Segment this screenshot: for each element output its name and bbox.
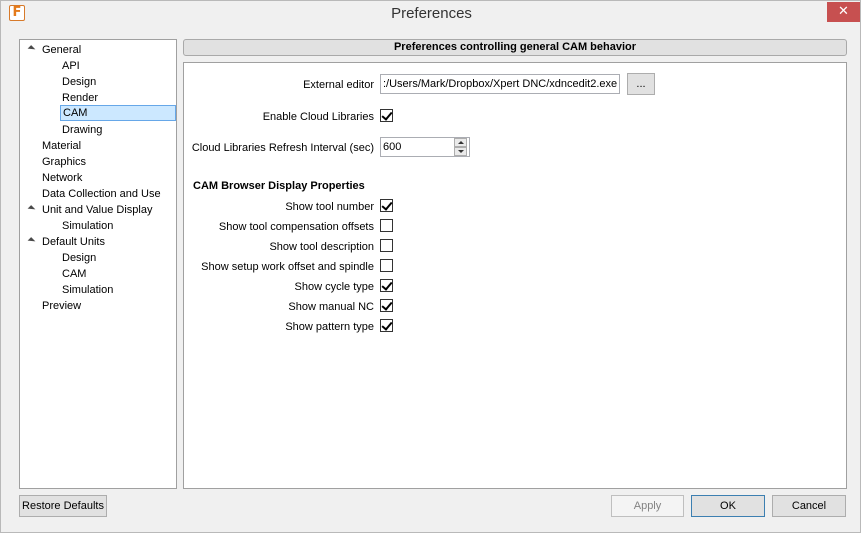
browse-button[interactable]: ... — [627, 73, 655, 95]
external-editor-input[interactable]: :/Users/Mark/Dropbox/Xpert DNC/xdncedit2… — [380, 74, 620, 94]
apply-button[interactable]: Apply — [611, 495, 684, 517]
option-label: Show tool number — [285, 201, 374, 213]
show-pattern-type-checkbox[interactable] — [380, 319, 393, 332]
tree-item-design[interactable]: Design — [62, 74, 96, 90]
tree-item-api[interactable]: API — [62, 58, 80, 74]
option-label: Show pattern type — [285, 321, 374, 333]
show-cycle-type-checkbox[interactable] — [380, 279, 393, 292]
tree-item-drawing[interactable]: Drawing — [62, 122, 102, 138]
show-tool-compensation-checkbox[interactable] — [380, 219, 393, 232]
tree-item-unit-value-display[interactable]: Unit and Value Display — [42, 202, 152, 218]
browser-display-section-title: CAM Browser Display Properties — [193, 180, 365, 192]
window-title: Preferences — [391, 5, 472, 22]
ok-button[interactable]: OK — [691, 495, 765, 517]
expand-arrow-icon[interactable] — [28, 234, 36, 250]
option-label: Show manual NC — [288, 301, 374, 313]
tree-item-general[interactable]: General — [42, 42, 81, 58]
tree-item-render[interactable]: Render — [62, 90, 98, 106]
option-label: Show cycle type — [294, 281, 374, 293]
preferences-window: F Preferences ✕ General API Design Rende… — [0, 0, 861, 533]
expand-arrow-icon[interactable] — [28, 202, 36, 218]
settings-panel: External editor :/Users/Mark/Dropbox/Xpe… — [183, 62, 847, 489]
refresh-interval-spinner[interactable] — [454, 138, 467, 156]
tree-item-network[interactable]: Network — [42, 170, 82, 186]
tree-item-cam[interactable]: CAM — [60, 105, 176, 121]
expand-arrow-icon[interactable] — [28, 42, 36, 58]
show-manual-nc-checkbox[interactable] — [380, 299, 393, 312]
tree-item-preview[interactable]: Preview — [42, 298, 81, 314]
show-setup-offset-checkbox[interactable] — [380, 259, 393, 272]
enable-cloud-libraries-checkbox[interactable] — [380, 109, 393, 122]
category-tree: General API Design Render CAM Drawing Ma… — [19, 39, 177, 489]
tree-item-default-units[interactable]: Default Units — [42, 234, 105, 250]
option-label: Show tool description — [269, 241, 374, 253]
tree-item-units-design[interactable]: Design — [62, 250, 96, 266]
tree-item-material[interactable]: Material — [42, 138, 81, 154]
tree-item-units-simulation[interactable]: Simulation — [62, 282, 113, 298]
option-label: Show setup work offset and spindle — [201, 261, 374, 273]
spin-down-icon[interactable] — [454, 147, 467, 156]
panel-header: Preferences controlling general CAM beha… — [183, 39, 847, 56]
enable-cloud-libraries-label: Enable Cloud Libraries — [262, 111, 374, 123]
cancel-button[interactable]: Cancel — [772, 495, 846, 517]
tree-item-data-collection[interactable]: Data Collection and Use — [42, 186, 161, 202]
title-bar: F Preferences ✕ — [1, 1, 860, 31]
close-button[interactable]: ✕ — [827, 2, 860, 22]
external-editor-label: External editor — [303, 79, 374, 91]
show-tool-number-checkbox[interactable] — [380, 199, 393, 212]
show-tool-description-checkbox[interactable] — [380, 239, 393, 252]
tree-item-graphics[interactable]: Graphics — [42, 154, 86, 170]
tree-item-units-cam[interactable]: CAM — [62, 266, 86, 282]
option-label: Show tool compensation offsets — [218, 221, 374, 233]
tree-item-simulation[interactable]: Simulation — [62, 218, 113, 234]
restore-defaults-button[interactable]: Restore Defaults — [19, 495, 107, 517]
refresh-interval-label: Cloud Libraries Refresh Interval (sec) — [191, 142, 374, 154]
spin-up-icon[interactable] — [454, 138, 467, 147]
